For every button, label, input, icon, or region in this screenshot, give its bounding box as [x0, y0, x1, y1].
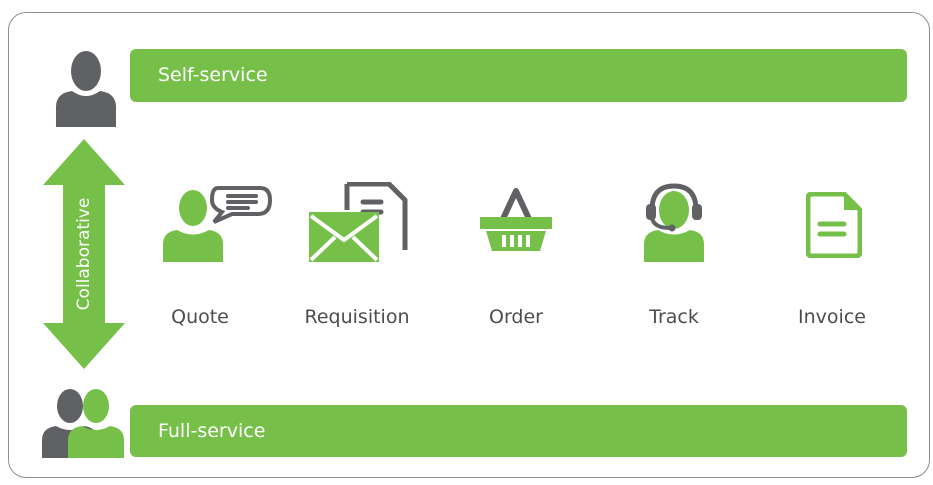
full-service-bar: Full-service: [130, 405, 907, 457]
step-label-invoice: Invoice: [798, 306, 866, 328]
shopping-basket-icon: [480, 188, 552, 251]
step-label-order: Order: [489, 306, 543, 328]
person-icon: [56, 51, 116, 127]
two-people-icon: [42, 389, 124, 458]
envelope-document-icon: [309, 182, 408, 262]
step-label-quote: Quote: [171, 306, 229, 328]
full-service-label: Full-service: [158, 420, 266, 442]
step-label-requisition: Requisition: [304, 306, 410, 328]
step-label-track: Track: [649, 306, 699, 328]
person-speech-bubble-icon: [163, 186, 272, 262]
headset-agent-icon: [644, 183, 704, 262]
document-icon: [806, 192, 862, 258]
self-service-bar: Self-service: [130, 49, 907, 102]
collaborative-label: Collaborative: [74, 197, 94, 311]
self-service-label: Self-service: [158, 64, 268, 86]
